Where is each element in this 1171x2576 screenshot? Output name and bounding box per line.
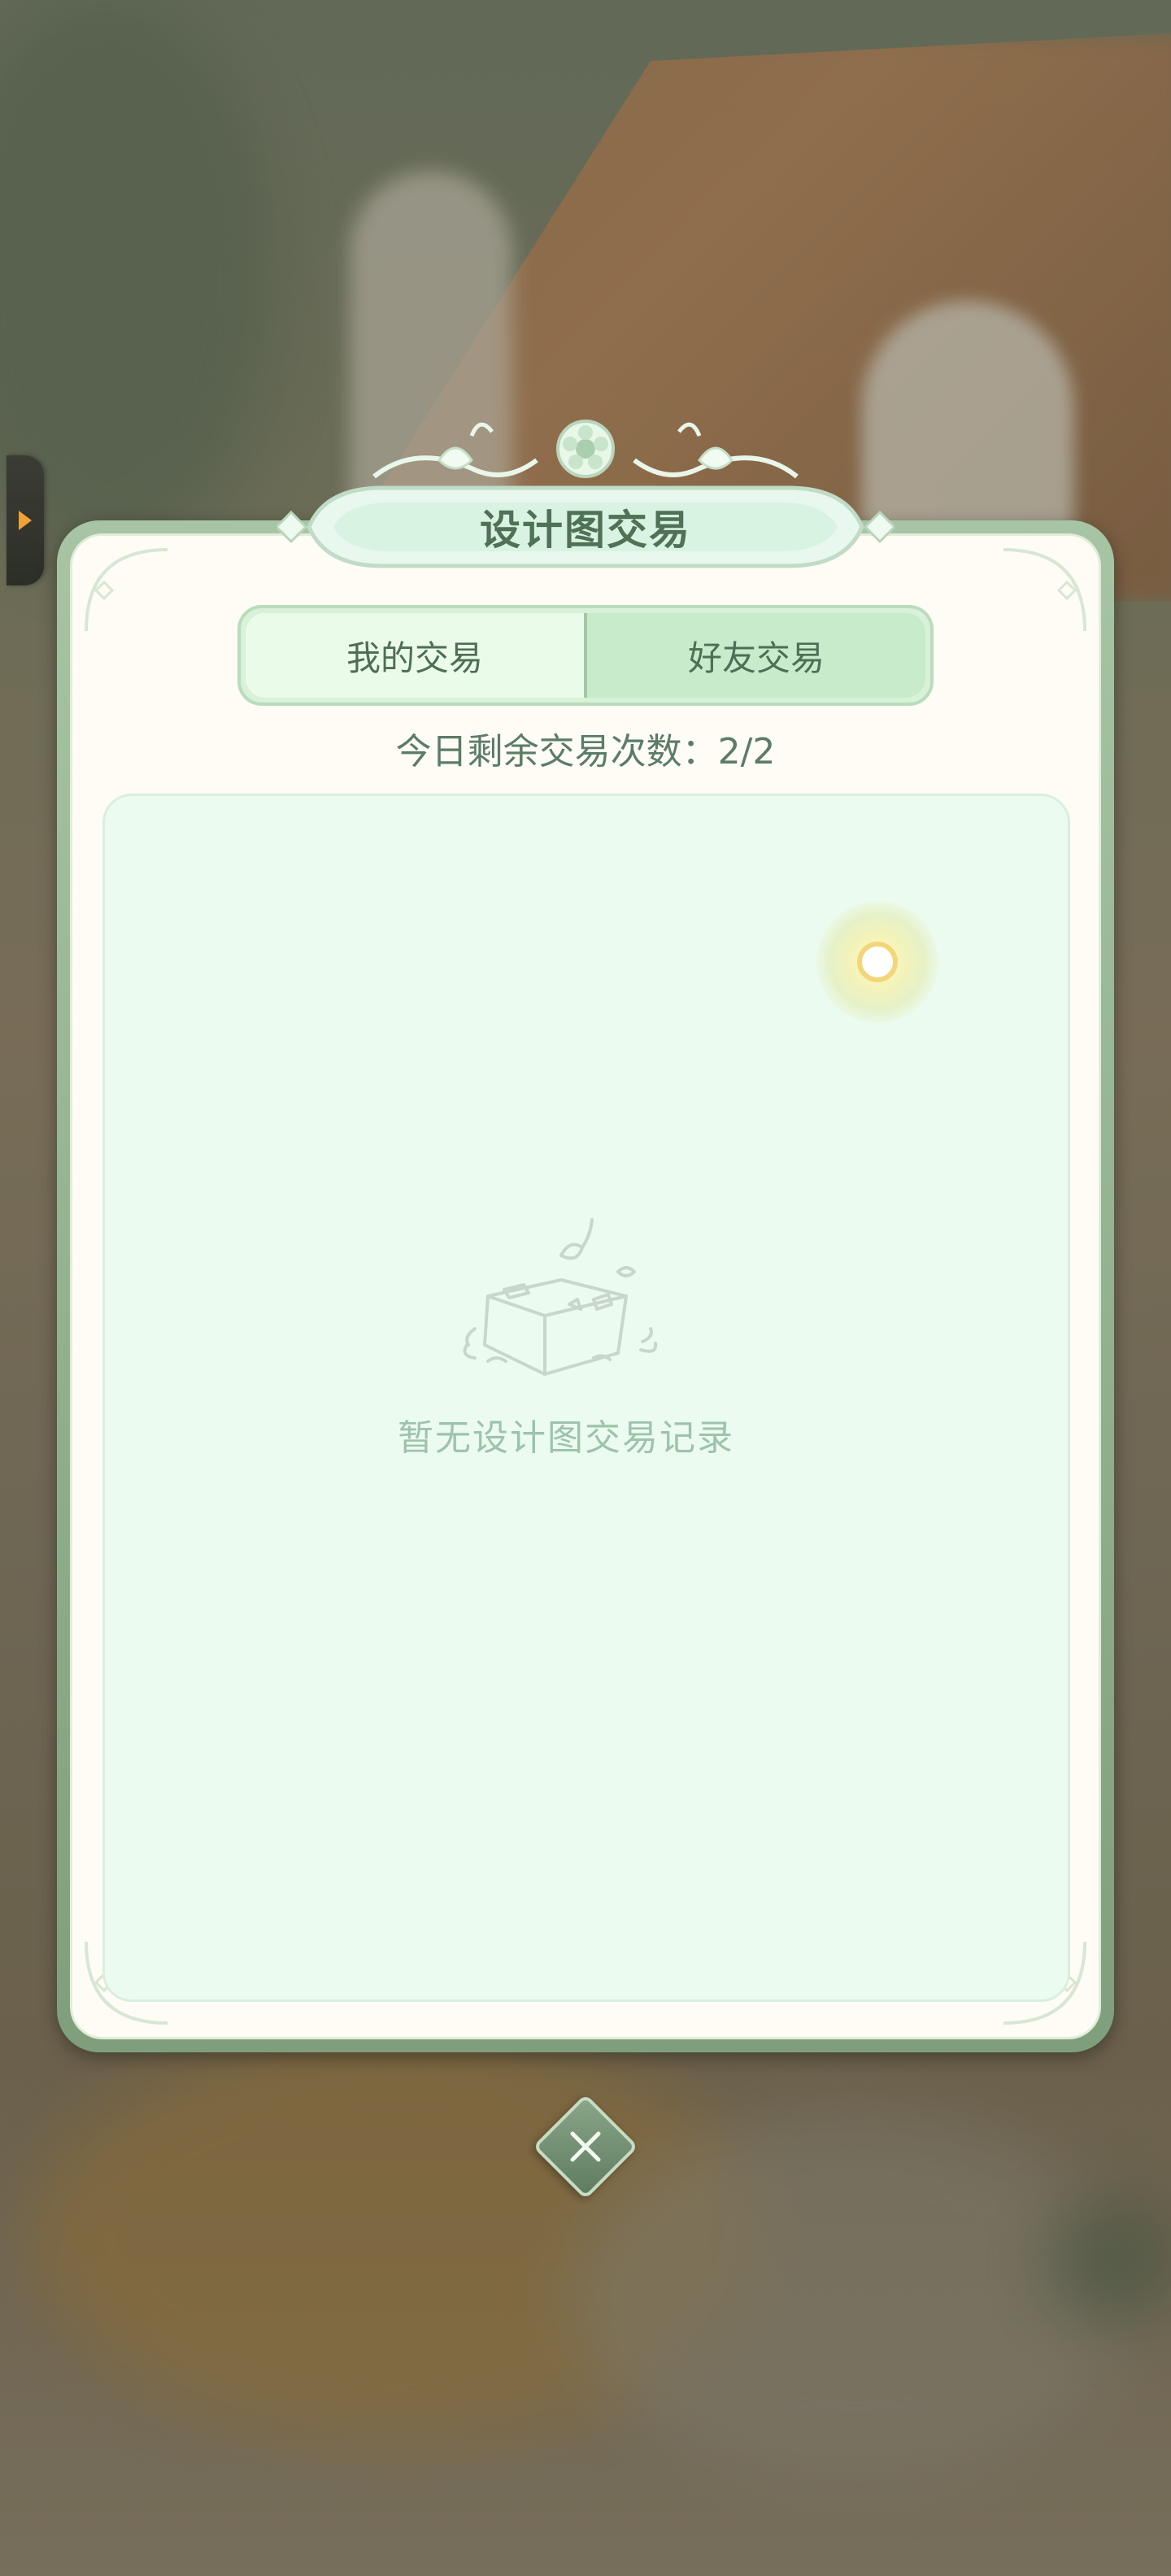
sparkle-icon [816,901,938,1023]
side-arrow-icon [19,511,32,530]
tab-friend-trades[interactable]: 好友交易 [587,613,925,698]
tab-my-trades-label: 我的交易 [346,637,483,678]
remaining-trades-text: 今日剩余交易次数：2/2 [70,722,1101,774]
corner-ornament-icon [85,548,168,632]
remaining-trades-value: 2/2 [717,731,776,772]
trade-tabs: 我的交易 好友交易 [237,605,934,706]
floral-crown-icon [372,420,799,479]
dialog-title: 设计图交易 [480,507,691,554]
side-expand-tab[interactable] [7,455,44,585]
corner-ornament-icon [1003,548,1086,632]
remaining-trades-label: 今日剩余交易次数： [395,731,718,772]
empty-state-message: 暂无设计图交易记录 [398,1417,734,1459]
tab-friend-trades-label: 好友交易 [687,637,825,678]
tab-my-trades[interactable]: 我的交易 [246,613,587,698]
empty-box-icon [463,1218,658,1376]
